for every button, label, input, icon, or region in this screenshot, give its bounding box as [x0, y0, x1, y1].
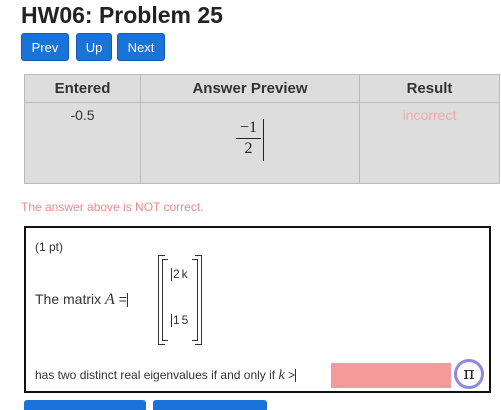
answer-input[interactable]: [331, 363, 451, 388]
matrix-cursor: [126, 293, 128, 308]
bottom-button-left[interactable]: [24, 400, 146, 410]
prev-button[interactable]: Prev: [21, 33, 69, 61]
matrix: 2k 15: [158, 255, 202, 345]
k-variable: k: [278, 368, 285, 383]
matrix-cell-row2: 15: [171, 313, 191, 328]
matrix-cell-2k: 2k: [173, 267, 190, 281]
next-button[interactable]: Next: [117, 33, 165, 61]
bottom-button-right[interactable]: [153, 400, 267, 410]
matrix-statement: The matrix A =: [35, 291, 128, 309]
header-answer-preview: Answer Preview: [140, 74, 360, 103]
matrix-bracket-right: [195, 255, 202, 345]
entered-value: -0.5: [24, 102, 141, 184]
preview-fraction: −1 2: [235, 119, 262, 158]
header-entered: Entered: [24, 74, 141, 103]
greater-than: >: [288, 368, 296, 382]
page-title: HW06: Problem 25: [21, 2, 223, 28]
preview-cursor: [263, 119, 265, 161]
answer-table-row: -0.5 −1 2 incorrect: [24, 102, 500, 184]
points-label: (1 pt): [35, 240, 64, 254]
preview-denominator: 2: [244, 140, 253, 157]
matrix-cell-row1: 2k: [171, 267, 190, 282]
result-value: incorrect: [359, 102, 500, 184]
matrix-prefix: The matrix: [35, 291, 102, 307]
eigenvalue-statement: has two distinct real eigenvalues if and…: [35, 368, 297, 384]
matrix-bracket-inner-left: [162, 259, 168, 341]
answer-preview-cell: −1 2: [140, 102, 360, 184]
header-result: Result: [359, 74, 500, 103]
answer-table: Entered Answer Preview Result -0.5 −1 2 …: [24, 74, 500, 184]
pi-button[interactable]: π: [454, 359, 484, 389]
matrix-cell-15: 15: [173, 313, 191, 327]
problem-box: (1 pt) The matrix A = 2k 15 has two dist…: [24, 226, 491, 393]
up-button[interactable]: Up: [76, 33, 112, 61]
eigen-text: has two distinct real eigenvalues if and…: [35, 368, 276, 382]
incorrect-warning: The answer above is NOT correct.: [21, 200, 204, 214]
preview-numerator: −1: [235, 119, 262, 139]
matrix-equals: =: [118, 291, 127, 307]
k-cursor: [295, 369, 297, 383]
matrix-variable: A: [105, 291, 115, 308]
answer-table-header: Entered Answer Preview Result: [24, 74, 500, 103]
